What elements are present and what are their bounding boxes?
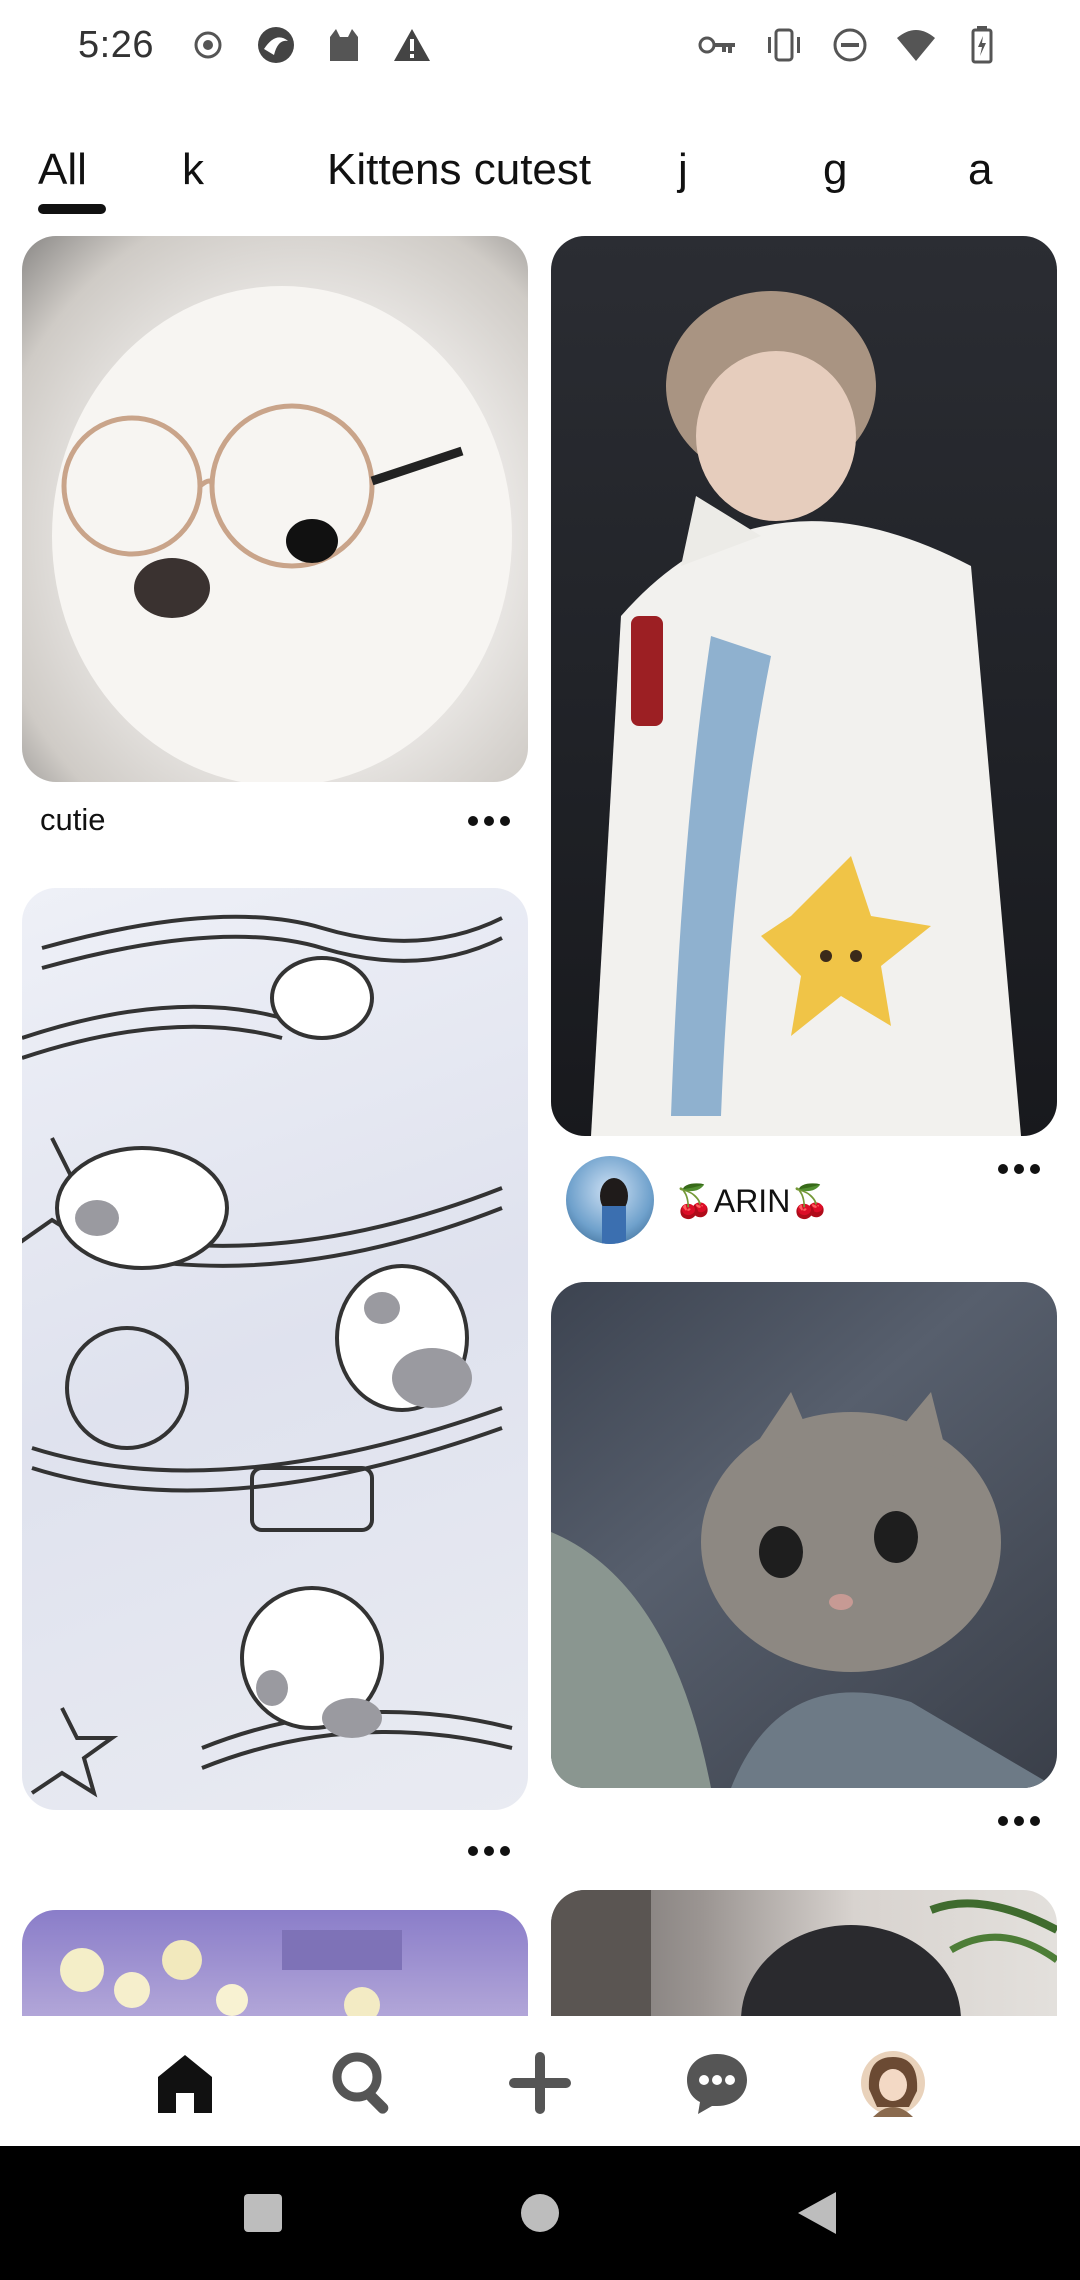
creator-name[interactable]: 🍒ARIN🍒 — [674, 1182, 830, 1220]
plant-illustration — [551, 1890, 1057, 2016]
status-time: 5:26 — [78, 23, 154, 66]
creator-avatar[interactable] — [566, 1156, 654, 1244]
dog-illustration — [52, 286, 512, 782]
do-not-disturb-icon — [830, 25, 870, 65]
status-right-icons — [698, 25, 1002, 65]
app-icon — [256, 25, 296, 65]
tab-selected-indicator — [38, 204, 106, 214]
pin-image-flowers[interactable] — [22, 1910, 528, 2016]
warning-icon — [392, 25, 432, 65]
more-options-button[interactable] — [462, 1836, 516, 1866]
search-icon[interactable] — [328, 2048, 398, 2118]
board-tabs: All k Kittens cutest j g a — [0, 140, 1080, 220]
more-options-button[interactable] — [992, 1154, 1046, 1184]
flowers-illustration — [60, 1930, 402, 2016]
pin-feed[interactable]: cutie 🍒ARIN🍒 — [0, 236, 1080, 2016]
tab-k[interactable]: k — [182, 140, 204, 200]
home-button-icon[interactable] — [473, 2146, 607, 2280]
home-icon[interactable] — [150, 2048, 220, 2118]
back-icon[interactable] — [750, 2146, 884, 2280]
kitten-illustration — [551, 1392, 1057, 1788]
profile-avatar[interactable] — [858, 2048, 928, 2118]
pin-image-kitten[interactable] — [551, 1282, 1057, 1788]
wifi-icon — [896, 25, 936, 65]
doodle-illustration — [22, 914, 513, 1798]
key-icon — [698, 25, 738, 65]
more-options-button[interactable] — [462, 806, 516, 836]
tab-kittens-cutest[interactable]: Kittens cutest — [327, 140, 591, 200]
pin-image-person[interactable] — [551, 236, 1057, 1136]
messages-icon[interactable] — [682, 2048, 752, 2118]
pin-image-cat-doodle[interactable] — [22, 888, 528, 1810]
system-navigation-bar — [0, 2146, 1080, 2280]
recent-apps-icon[interactable] — [196, 2146, 330, 2280]
more-options-button[interactable] — [992, 1806, 1046, 1836]
add-icon[interactable] — [505, 2048, 575, 2118]
tab-a[interactable]: a — [968, 140, 992, 200]
tab-j[interactable]: j — [678, 140, 688, 200]
status-left-icons — [188, 25, 432, 65]
tab-all[interactable]: All — [38, 140, 87, 200]
tab-g[interactable]: g — [823, 140, 847, 200]
pin-meta-dog: cutie — [40, 802, 105, 838]
bottom-navigation — [0, 2016, 1080, 2146]
pin-image-dog[interactable] — [22, 236, 528, 782]
record-icon — [188, 25, 228, 65]
cat-app-icon — [324, 25, 364, 65]
pin-image-person-plant[interactable] — [551, 1890, 1057, 2016]
pin-title: cutie — [40, 802, 106, 837]
person-illustration — [591, 291, 1021, 1136]
status-bar: 5:26 — [0, 0, 1080, 90]
battery-icon — [962, 25, 1002, 65]
vibrate-icon — [764, 25, 804, 65]
